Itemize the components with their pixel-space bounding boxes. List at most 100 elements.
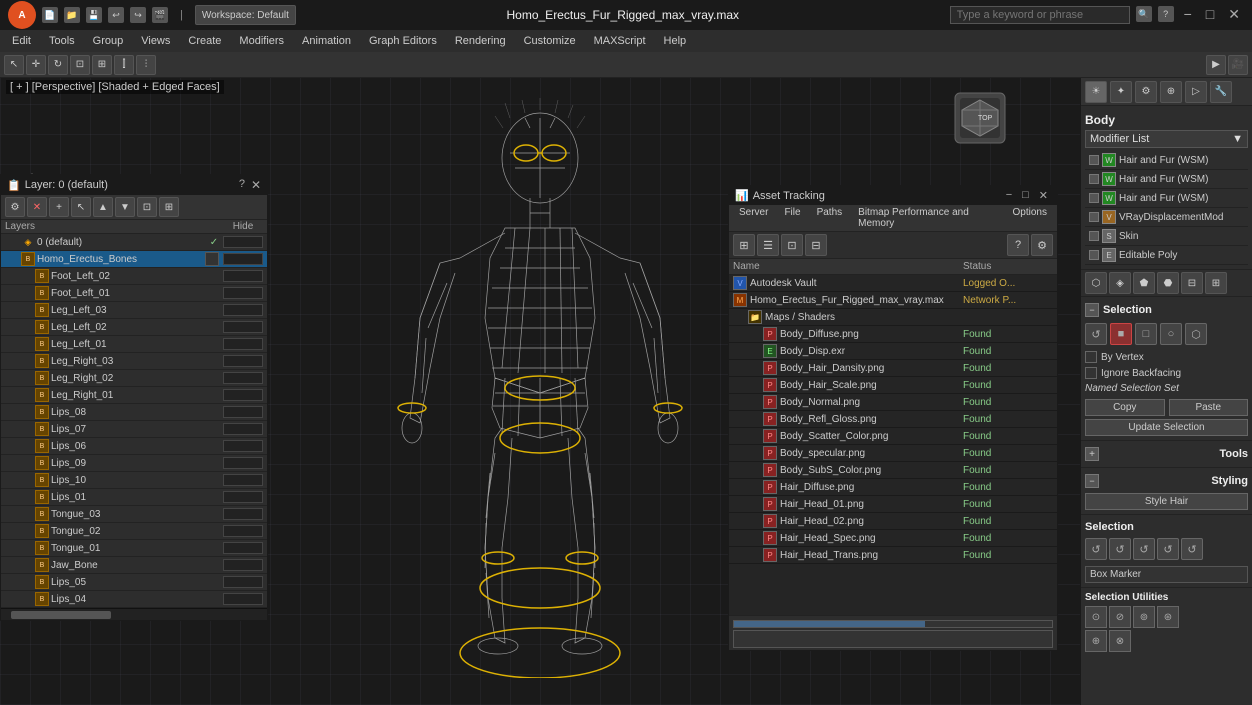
new-btn[interactable]: 📄 <box>42 7 58 23</box>
rp-display-btn[interactable]: ☀ <box>1085 81 1107 103</box>
help-btn[interactable]: ? <box>1158 6 1174 22</box>
menu-help[interactable]: Help <box>656 33 695 49</box>
layer-hide-18[interactable] <box>223 542 263 554</box>
mod-checkbox-0[interactable] <box>1089 155 1099 165</box>
layer-row-0[interactable]: ◈ 0 (default) ✓ <box>1 234 267 251</box>
update-sel-btn[interactable]: Update Selection <box>1085 419 1248 436</box>
menu-create[interactable]: Create <box>180 33 229 49</box>
layer-row-7[interactable]: B Leg_Right_03 <box>1 353 267 370</box>
mod-checkbox-3[interactable] <box>1089 212 1099 222</box>
asset-row-10[interactable]: P Body_specular.png Found <box>729 445 1057 462</box>
modifier-item-4[interactable]: S Skin <box>1085 227 1248 246</box>
mod-btn-4[interactable]: ⬣ <box>1157 272 1179 294</box>
rp-hierarchy-btn[interactable]: ⊕ <box>1160 81 1182 103</box>
util-icon-1[interactable]: ⊙ <box>1085 606 1107 628</box>
nav-gizmo[interactable]: TOP <box>950 88 1010 148</box>
layer-hide-14[interactable] <box>223 474 263 486</box>
menu-maxscript[interactable]: MAXScript <box>586 33 654 49</box>
paste-sel-btn[interactable]: Paste <box>1169 399 1249 416</box>
asset-menu-server[interactable]: Server <box>731 205 776 231</box>
sel-icon-rect[interactable]: □ <box>1135 323 1157 345</box>
menu-edit[interactable]: Edit <box>4 33 39 49</box>
layer-hide-11[interactable] <box>223 423 263 435</box>
by-vertex-checkbox[interactable] <box>1085 351 1097 363</box>
layer-hide-6[interactable] <box>223 338 263 350</box>
asset-min-btn[interactable]: − <box>1003 189 1015 202</box>
layer-settings-btn[interactable]: ⚙ <box>5 197 25 217</box>
asset-row-8[interactable]: P Body_Refl_Gloss.png Found <box>729 411 1057 428</box>
menu-animation[interactable]: Animation <box>294 33 359 49</box>
layer-row-5[interactable]: B Leg_Left_02 <box>1 319 267 336</box>
undo-btn[interactable]: ↩ <box>108 7 124 23</box>
layer-row-6[interactable]: B Leg_Left_01 <box>1 336 267 353</box>
layer-hide-13[interactable] <box>223 457 263 469</box>
asset-settings-btn[interactable]: ⚙ <box>1031 234 1053 256</box>
modifier-item-0[interactable]: W Hair and Fur (WSM) <box>1085 151 1248 170</box>
asset-menu-options[interactable]: Options <box>1005 205 1055 231</box>
modifier-item-2[interactable]: W Hair and Fur (WSM) <box>1085 189 1248 208</box>
layer-hide-15[interactable] <box>223 491 263 503</box>
util-icon-2[interactable]: ⊘ <box>1109 606 1131 628</box>
sel-icon-circle[interactable]: ○ <box>1160 323 1182 345</box>
layer-row-1[interactable]: B Homo_Erectus_Bones <box>1 251 267 268</box>
asset-row-4[interactable]: E Body_Disp.exr Found <box>729 343 1057 360</box>
menu-group[interactable]: Group <box>85 33 132 49</box>
mod-btn-3[interactable]: ⬟ <box>1133 272 1155 294</box>
layer-filter-btn[interactable]: ⊡ <box>137 197 157 217</box>
layer-hide-20[interactable] <box>223 576 263 588</box>
mod-btn-5[interactable]: ⊟ <box>1181 272 1203 294</box>
menu-rendering[interactable]: Rendering <box>447 33 514 49</box>
util-icon-5[interactable]: ⊕ <box>1085 630 1107 652</box>
move-btn[interactable]: ✛ <box>26 55 46 75</box>
mod-btn-6[interactable]: ⊞ <box>1205 272 1227 294</box>
layer-row-21[interactable]: B Lips_04 <box>1 591 267 608</box>
layer-row-4[interactable]: B Leg_Left_03 <box>1 302 267 319</box>
menu-views[interactable]: Views <box>133 33 178 49</box>
asset-row-1[interactable]: M Homo_Erectus_Fur_Rigged_max_vray.max N… <box>729 292 1057 309</box>
selection-collapse-btn[interactable]: − <box>1085 303 1099 317</box>
asset-row-11[interactable]: P Body_SubS_Color.png Found <box>729 462 1057 479</box>
layer-hide-3[interactable] <box>223 287 263 299</box>
align-btn[interactable]: ⫶ <box>136 55 156 75</box>
layer-row-11[interactable]: B Lips_07 <box>1 421 267 438</box>
util-icon-4[interactable]: ⊛ <box>1157 606 1179 628</box>
asset-max-btn[interactable]: □ <box>1019 189 1032 202</box>
layer-move-up-btn[interactable]: ▲ <box>93 197 113 217</box>
asset-row-9[interactable]: P Body_Scatter_Color.png Found <box>729 428 1057 445</box>
layer-row-20[interactable]: B Lips_05 <box>1 574 267 591</box>
layer-hide-8[interactable] <box>223 372 263 384</box>
select-btn[interactable]: ↖ <box>4 55 24 75</box>
render-btn[interactable]: ▶ <box>1206 55 1226 75</box>
sel-icon-grow[interactable]: ⬡ <box>1185 323 1207 345</box>
layer-row-18[interactable]: B Tongue_01 <box>1 540 267 557</box>
layer-all-btn[interactable]: ⊞ <box>159 197 179 217</box>
snap-btn[interactable]: ⊞ <box>92 55 112 75</box>
mod-checkbox-4[interactable] <box>1089 231 1099 241</box>
layer-close-btn[interactable]: ✕ <box>251 178 261 192</box>
tools-expand-btn[interactable]: + <box>1085 447 1099 461</box>
util-icon-6[interactable]: ⊗ <box>1109 630 1131 652</box>
asset-row-5[interactable]: P Body_Hair_Dansity.png Found <box>729 360 1057 377</box>
asset-row-12[interactable]: P Hair_Diffuse.png Found <box>729 479 1057 496</box>
asset-list[interactable]: V Autodesk Vault Logged O... M Homo_Erec… <box>729 275 1057 615</box>
minimize-btn[interactable]: − <box>1180 6 1196 24</box>
layer-hide-10[interactable] <box>223 406 263 418</box>
layer-hide-12[interactable] <box>223 440 263 452</box>
layer-row-17[interactable]: B Tongue_02 <box>1 523 267 540</box>
rp-create-btn[interactable]: ✦ <box>1110 81 1132 103</box>
menu-graph-editors[interactable]: Graph Editors <box>361 33 445 49</box>
layer-hide-9[interactable] <box>223 389 263 401</box>
layer-hide-16[interactable] <box>223 508 263 520</box>
asset-row-14[interactable]: P Hair_Head_02.png Found <box>729 513 1057 530</box>
layer-row-14[interactable]: B Lips_10 <box>1 472 267 489</box>
scale-btn[interactable]: ⊡ <box>70 55 90 75</box>
asset-menu-paths[interactable]: Paths <box>809 205 851 231</box>
mod-checkbox-1[interactable] <box>1089 174 1099 184</box>
layer-hide-21[interactable] <box>223 593 263 605</box>
asset-row-2[interactable]: 📁 Maps / Shaders <box>729 309 1057 326</box>
sel-icon-loop[interactable]: ↺ <box>1085 323 1107 345</box>
layer-row-19[interactable]: B Jaw_Bone <box>1 557 267 574</box>
rp-motion-btn[interactable]: ▷ <box>1185 81 1207 103</box>
render-setup-btn[interactable]: 🎬 <box>152 7 168 23</box>
layer-hide-0[interactable] <box>223 236 263 248</box>
